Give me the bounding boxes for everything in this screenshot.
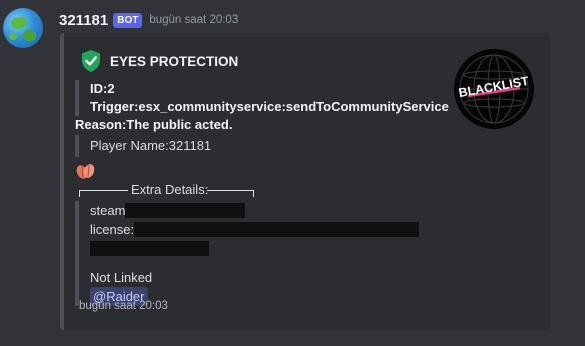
linked-status: Not Linked [90,268,430,287]
redacted-license [134,222,420,237]
extra-details-title: Extra Details: [79,182,254,198]
field-trigger: Trigger:esx_communityservice:sendToCommu… [90,99,449,114]
bot-tag: BOT [113,12,143,28]
embed: EYES PROTECTION BLACKLIST ID:2 Trigger:e… [60,33,550,330]
embed-author: EYES PROTECTION [80,49,238,73]
embed-fields: ID:2 Trigger:esx_communityservice:sendTo… [75,80,449,134]
redacted-steam [125,203,246,218]
blacklist-logo[interactable]: BLACKLIST [454,49,534,129]
globe-land [11,17,27,29]
field-id: ID:2 [90,81,115,96]
blacklist-logo-graphic: BLACKLIST [454,49,534,129]
steam-label: steam [90,203,126,218]
field-quote: ID:2 Trigger:esx_communityservice:sendTo… [75,80,449,116]
bot-avatar[interactable] [3,8,43,48]
message-header: 321181 BOT bugün saat 20:03 [59,10,238,30]
check-shield-icon [82,50,100,72]
not-linked-label: Not Linked [90,270,153,285]
globe-land [9,33,17,40]
message-timestamp[interactable]: bugün saat 20:03 [149,14,238,26]
title-bracket [79,190,128,197]
globe-land [23,30,36,41]
steam-row: steam [90,201,430,220]
username[interactable]: 321181 [59,12,108,29]
field-player-name: Player Name:321181 [75,135,211,157]
redacted-license-cont [90,241,209,256]
extra-details-block: steam license: Not Linked @Raider [75,201,430,306]
leaf-emoji [76,164,95,179]
title-bracket [207,190,254,197]
extra-details-label: Extra Details: [131,182,209,197]
field-reason: Reason:The public acted. [75,117,233,132]
license-row-continued [90,239,430,258]
embed-author-name: EYES PROTECTION [110,53,239,69]
license-label: license: [90,222,135,237]
embed-footer-timestamp: bugün saat 20:03 [79,300,168,312]
license-row: license: [90,220,430,239]
